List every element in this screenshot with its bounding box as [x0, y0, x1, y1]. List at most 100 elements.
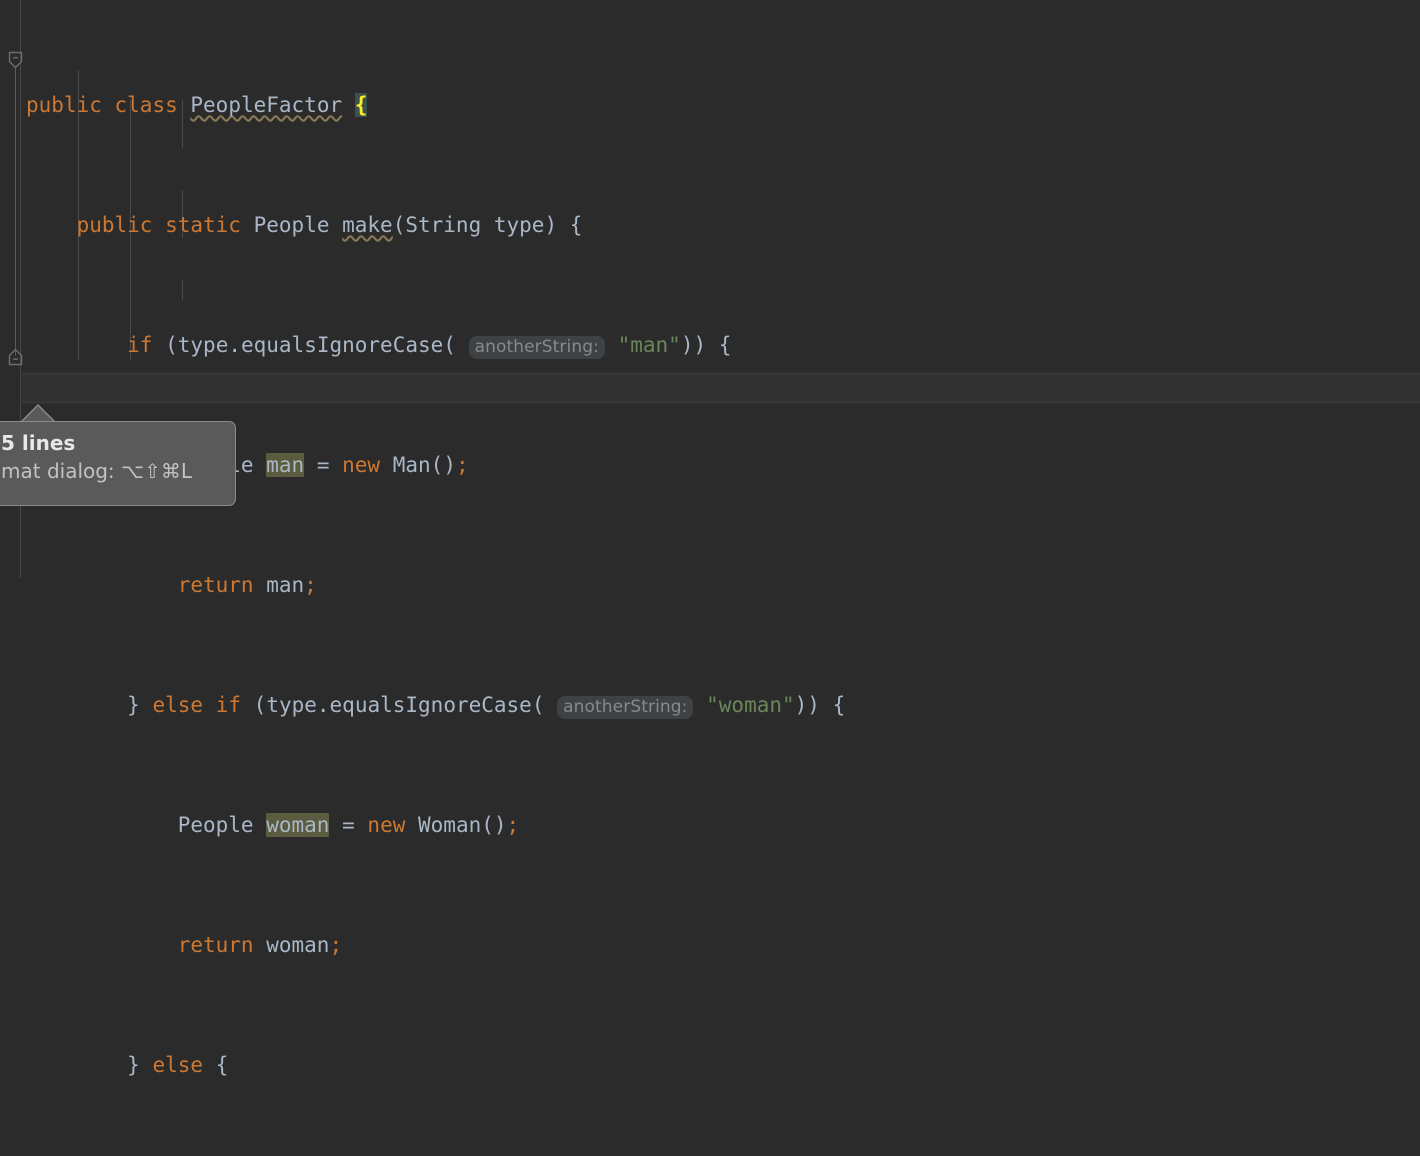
- token-string-man: "man": [617, 333, 681, 357]
- token-type-woman: Woman: [418, 813, 482, 837]
- code-line-8[interactable]: return woman;: [0, 930, 1420, 960]
- token-paren-open: (: [443, 333, 456, 357]
- token-var-woman: woman: [266, 813, 330, 837]
- token-class-name: PeopleFactor: [190, 93, 343, 117]
- code-line-2[interactable]: public static People make(String type) {: [0, 210, 1420, 240]
- token-equals: =: [316, 453, 330, 477]
- sp: [329, 813, 342, 837]
- sp: [254, 933, 267, 957]
- token-public: public: [76, 213, 153, 237]
- token-public: public: [26, 93, 102, 117]
- token-else: else: [152, 693, 204, 717]
- reformat-tooltip[interactable]: 5 lines mat dialog: ⌥⇧⌘L: [0, 421, 236, 506]
- token-call-equals: type.equalsIgnoreCase: [266, 693, 532, 717]
- token-paren-open: (: [392, 213, 406, 237]
- code-content[interactable]: public class PeopleFactor { public stati…: [0, 0, 1420, 1156]
- sp: [26, 813, 178, 837]
- token-paren-empty: (): [430, 453, 456, 477]
- sp: [481, 213, 494, 237]
- sp: [355, 813, 368, 837]
- sp: [342, 93, 355, 117]
- token-static: static: [165, 213, 241, 237]
- token-else: else: [152, 1053, 204, 1077]
- sp: [254, 453, 267, 477]
- sp: [304, 453, 317, 477]
- sp: [456, 333, 469, 357]
- sp: [706, 333, 719, 357]
- token-semicolon: ;: [329, 933, 343, 957]
- sp: [152, 213, 165, 237]
- token-type-man: Man: [392, 453, 431, 477]
- token-param-type: type: [493, 213, 545, 237]
- code-line-6[interactable]: } else if (type.equalsIgnoreCase( anothe…: [0, 690, 1420, 720]
- token-brace-open-highlight: {: [354, 93, 368, 117]
- token-equals: =: [342, 813, 355, 837]
- inlay-hint-another-string[interactable]: anotherString:: [468, 336, 605, 359]
- sp: [26, 573, 178, 597]
- sp: [380, 453, 393, 477]
- token-brace-open: {: [832, 693, 846, 717]
- token-semicolon: ;: [506, 813, 520, 837]
- sp: [557, 213, 570, 237]
- sp: [241, 213, 254, 237]
- code-line-1[interactable]: public class PeopleFactor {: [0, 90, 1420, 120]
- code-line-7[interactable]: People woman = new Woman();: [0, 810, 1420, 840]
- code-line-3[interactable]: if (type.equalsIgnoreCase( anotherString…: [0, 330, 1420, 360]
- token-var-man: man: [266, 453, 305, 477]
- token-var-woman: woman: [266, 933, 330, 957]
- token-method-make: make: [342, 213, 393, 237]
- token-brace-open: {: [569, 213, 583, 237]
- sp: [405, 813, 418, 837]
- token-new: new: [342, 453, 381, 477]
- sp: [693, 693, 706, 717]
- token-new: new: [367, 813, 406, 837]
- token-brace-close: }: [127, 1053, 140, 1077]
- token-brace-close: }: [127, 693, 140, 717]
- sp: [254, 573, 267, 597]
- token-return: return: [177, 933, 254, 957]
- sp: [329, 213, 342, 237]
- token-string-woman: "woman": [706, 693, 795, 717]
- sp: [140, 693, 153, 717]
- code-line-5[interactable]: return man;: [0, 570, 1420, 600]
- token-brace-open: {: [215, 1053, 229, 1077]
- sp: [203, 1053, 216, 1077]
- sp: [544, 693, 557, 717]
- sp: [152, 333, 165, 357]
- sp: [203, 693, 216, 717]
- token-paren-close-2: )): [680, 333, 707, 357]
- sp: [26, 1053, 127, 1077]
- sp: [102, 93, 115, 117]
- sp: [26, 213, 77, 237]
- token-paren-open: (: [531, 693, 545, 717]
- token-type-people: People: [177, 813, 254, 837]
- sp: [605, 333, 618, 357]
- tooltip-primary-text: 5 lines: [1, 431, 76, 455]
- token-paren-open: (: [165, 333, 178, 357]
- token-semicolon: ;: [455, 453, 469, 477]
- sp: [254, 813, 267, 837]
- token-return: return: [177, 573, 254, 597]
- token-class: class: [114, 93, 178, 117]
- token-var-man: man: [266, 573, 305, 597]
- sp: [140, 1053, 153, 1077]
- sp: [329, 453, 342, 477]
- sp: [241, 693, 254, 717]
- code-editor[interactable]: public class PeopleFactor { public stati…: [0, 0, 1420, 1077]
- tooltip-shortcut-text: mat dialog: ⌥⇧⌘L: [1, 459, 192, 483]
- token-type-people: People: [253, 213, 330, 237]
- token-paren-open: (: [253, 693, 267, 717]
- token-call-equals: type.equalsIgnoreCase: [177, 333, 444, 357]
- sp: [820, 693, 833, 717]
- token-paren-close: ): [544, 213, 558, 237]
- token-if: if: [215, 693, 241, 717]
- token-brace-open: {: [718, 333, 732, 357]
- sp: [26, 693, 127, 717]
- code-line-9[interactable]: } else {: [0, 1050, 1420, 1080]
- inlay-hint-another-string[interactable]: anotherString:: [557, 696, 694, 719]
- token-paren-empty: (): [481, 813, 507, 837]
- sp: [26, 933, 178, 957]
- token-semicolon: ;: [304, 573, 317, 597]
- sp: [178, 93, 191, 117]
- token-paren-close-2: )): [794, 693, 820, 717]
